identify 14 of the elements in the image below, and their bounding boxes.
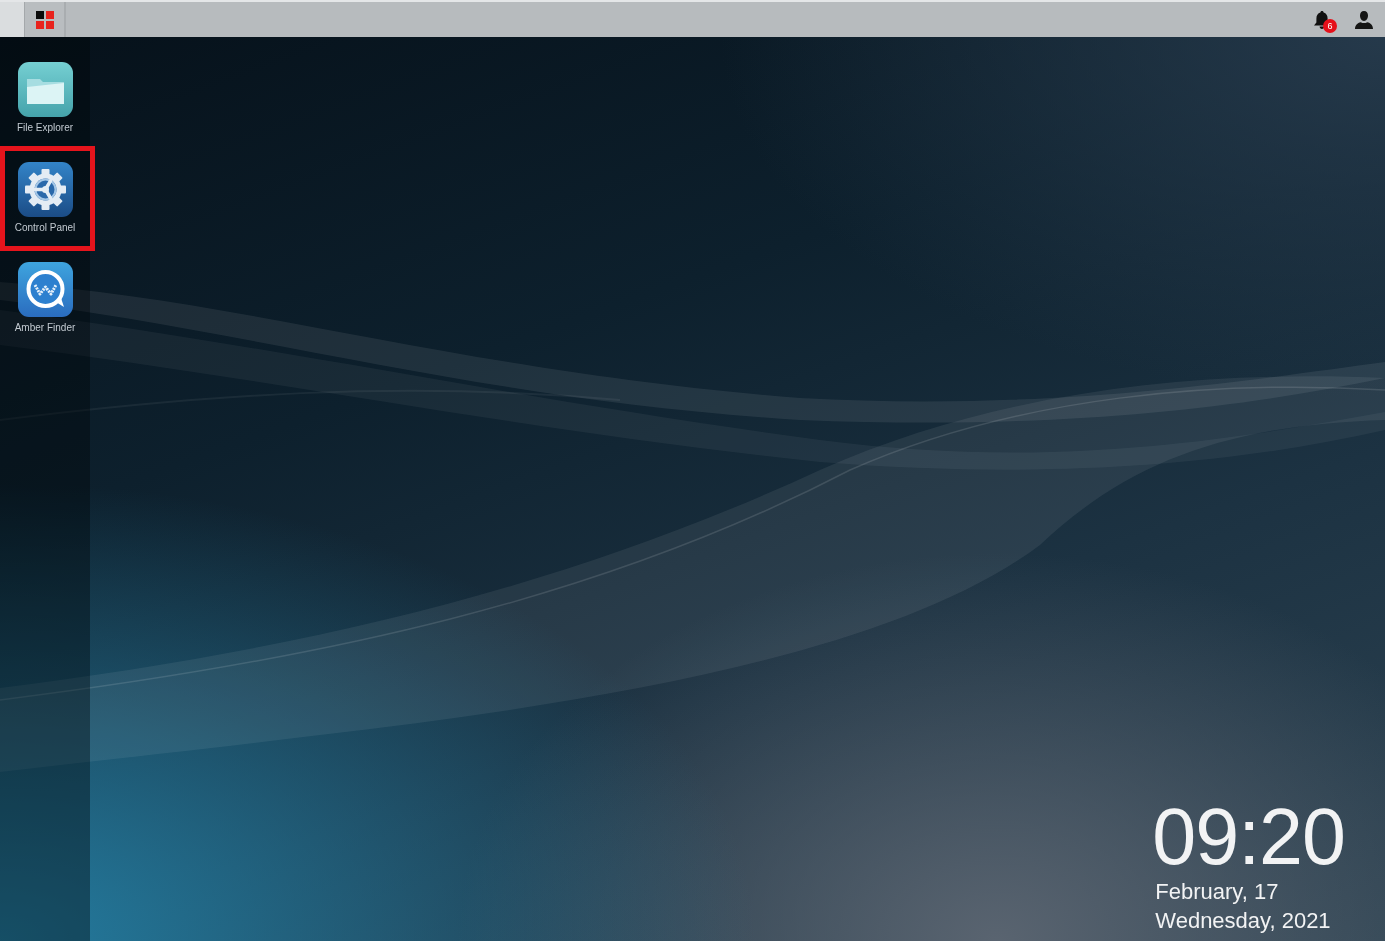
start-button[interactable]: [24, 2, 66, 37]
tiles-icon: [35, 10, 54, 29]
desktop-shortcut[interactable]: File Explorer: [0, 57, 90, 139]
folder-icon: [17, 62, 73, 117]
chat-bubble-icon: [17, 262, 73, 317]
clock-weekday: Wednesday, 2021: [1154, 907, 1332, 935]
desktop-shortcut[interactable]: Control Panel: [0, 157, 90, 239]
gear-icon: [17, 162, 73, 217]
desktop-shortcut[interactable]: Amber Finder: [0, 257, 90, 339]
user-button[interactable]: [1354, 9, 1374, 30]
clock-time: 09:20: [1152, 797, 1345, 877]
clock-date: February, 17: [1154, 878, 1280, 906]
user-icon: [1355, 10, 1373, 29]
notification-badge: 6: [1323, 18, 1337, 33]
